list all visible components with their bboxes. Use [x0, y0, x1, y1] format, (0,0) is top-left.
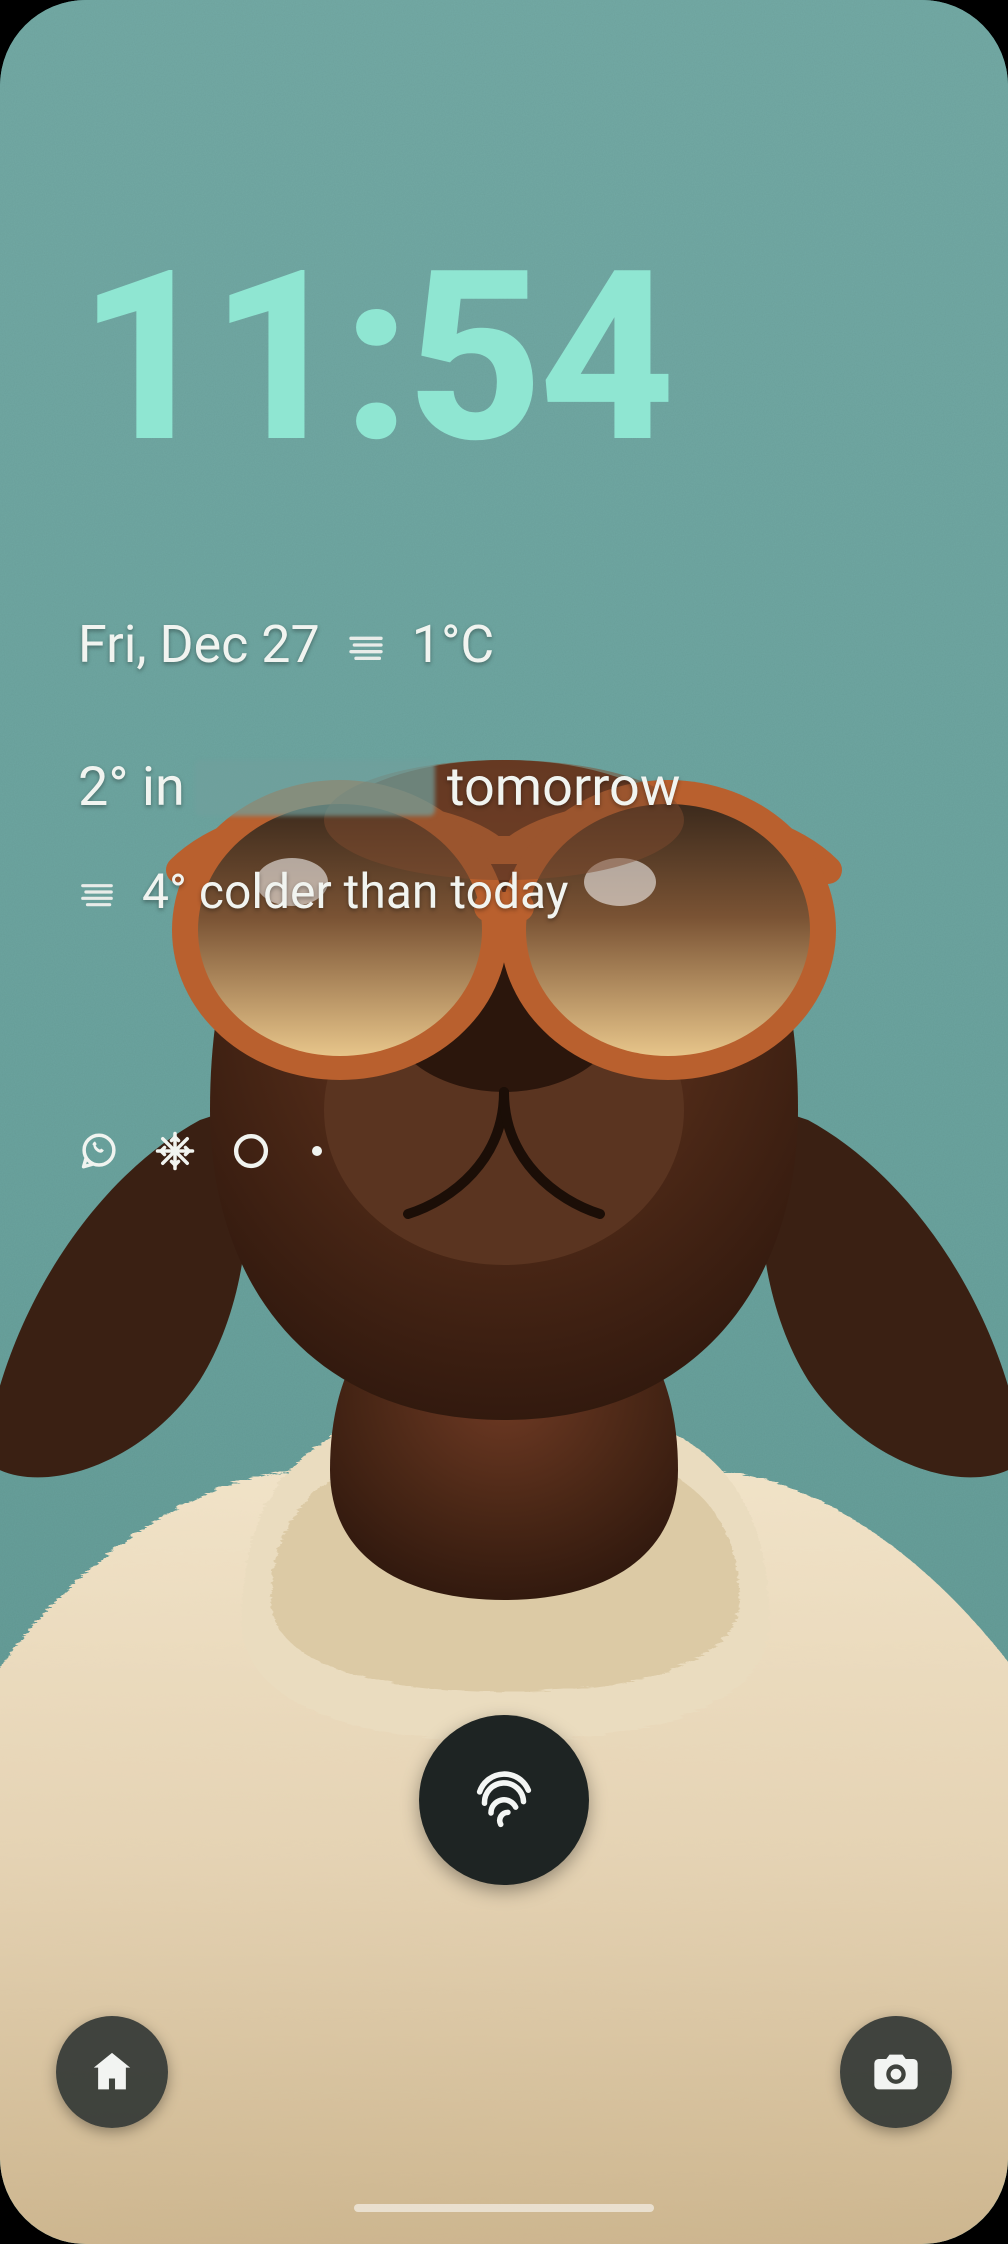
home-devices-shortcut[interactable] [56, 2016, 168, 2128]
more-notifications-indicator [312, 1146, 322, 1156]
current-temperature: 1°C [412, 614, 495, 675]
gesture-navigation-bar[interactable] [354, 2204, 654, 2212]
fog-icon [78, 873, 116, 911]
home-devices-icon [86, 2046, 138, 2098]
whatsapp-icon [78, 1130, 120, 1172]
forecast-delta: 4° colder than today [142, 863, 569, 920]
fog-icon [346, 625, 386, 665]
camera-icon [870, 2046, 922, 2098]
lock-screen-clock: 11:54 [78, 240, 671, 476]
date-label: Fri, Dec 27 [78, 614, 320, 675]
circle-outline-icon [230, 1130, 272, 1172]
date-weather-row[interactable]: Fri, Dec 27 1°C [78, 614, 494, 675]
camera-shortcut[interactable] [840, 2016, 952, 2128]
fingerprint-icon [465, 1761, 543, 1839]
notification-icons-row[interactable] [78, 1130, 322, 1172]
redacted-location [195, 760, 435, 816]
forecast-prefix: 2° in [78, 756, 185, 819]
forecast-suffix: tomorrow [447, 756, 681, 819]
fingerprint-unlock-button[interactable] [419, 1715, 589, 1885]
lock-screen: 11:54 Fri, Dec 27 1°C 2° in tomorrow [0, 0, 1008, 2244]
at-a-glance-widget[interactable]: 2° in tomorrow 4° colder than today [78, 756, 680, 920]
snowflake-icon [154, 1130, 196, 1172]
